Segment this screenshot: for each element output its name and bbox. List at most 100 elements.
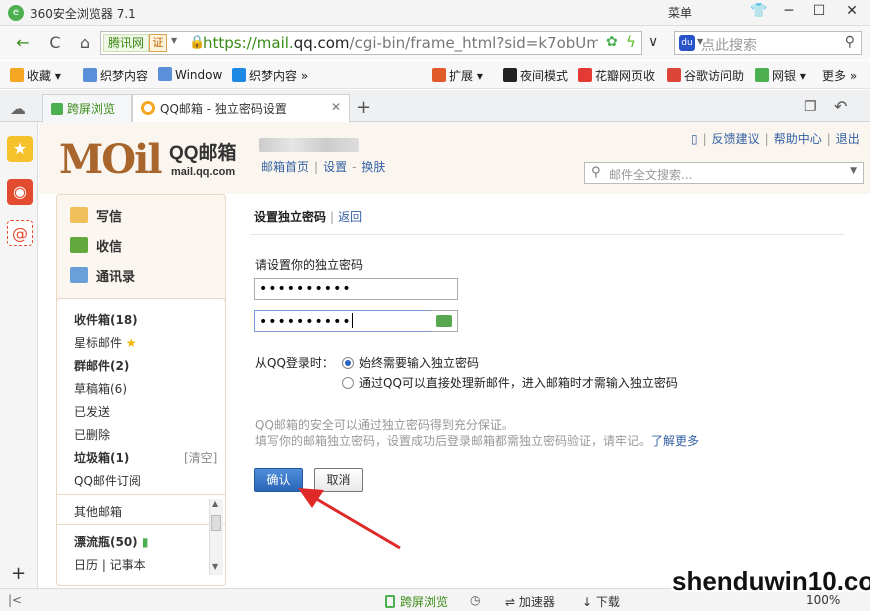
windows-icon (232, 68, 246, 82)
baidu-icon[interactable]: du (679, 35, 695, 51)
receive-icon (70, 237, 88, 253)
favorites-icon[interactable]: ★ (7, 136, 33, 162)
radio-checked-icon[interactable] (342, 357, 354, 369)
reload-icon[interactable]: C (44, 33, 66, 53)
download-icon: ↓ (582, 595, 596, 609)
tab-qqmail[interactable]: QQ邮箱 - 独立密码设置 ✕ (132, 94, 350, 122)
tab-cross-screen[interactable]: 跨屏浏览 (42, 94, 132, 122)
folder-scrollbar[interactable]: ▲ ▼ (209, 499, 223, 575)
maximize-button[interactable]: ☐ (805, 0, 833, 24)
undo-close-icon[interactable]: ↶ (834, 97, 847, 116)
browser-search-box[interactable]: du ▼ 点此搜索 ⚲ (674, 31, 862, 55)
search-placeholder[interactable]: 点此搜索 (701, 35, 757, 55)
mail-home-link[interactable]: 邮箱首页 (261, 160, 309, 174)
extensions-icon (432, 68, 446, 82)
skin-link[interactable]: 换肤 (361, 160, 385, 174)
mail-search-placeholder[interactable]: 邮件全文搜索... (609, 166, 692, 183)
keyboard-button[interactable] (431, 310, 458, 332)
cert-badge[interactable]: 证 (149, 34, 167, 52)
cross-screen-button[interactable]: 跨屏浏览 (385, 593, 448, 610)
download-button[interactable]: ↓ 下载 (582, 593, 620, 610)
bookmark-item[interactable]: 织梦内容 » (232, 67, 308, 84)
new-tab-button[interactable]: + (356, 97, 371, 118)
skin-icon[interactable]: 👕 (745, 0, 773, 24)
password-field[interactable]: •••••••••• (254, 278, 458, 300)
accelerator-button[interactable]: ⇌ 加速器 (505, 593, 555, 610)
qqmail-tab-icon (141, 101, 155, 115)
site-badge[interactable]: 腾讯网 (103, 34, 150, 52)
weibo-icon[interactable]: ◉ (7, 179, 33, 205)
option-qq-direct[interactable]: 通过QQ可以直接处理新邮件，进入邮箱时才需输入独立密码 (342, 374, 678, 391)
more-button[interactable]: 更多 » (822, 67, 857, 84)
folder-group[interactable]: 群邮件(2) (74, 357, 129, 374)
mail-header: MOil QQ邮箱 mail.qq.com 邮箱首页 | 设置 - 换肤 ▯ | 反馈建议 | 帮助… (39, 122, 870, 194)
feedback-link[interactable]: 反馈建议 (712, 132, 760, 146)
folder-sent[interactable]: 已发送 (74, 403, 110, 420)
speed-mode-icon[interactable]: ϟ (626, 33, 636, 51)
tab-list-icon[interactable]: ❐ (804, 99, 817, 115)
google-helper-button[interactable]: 谷歌访问助 (667, 67, 744, 84)
back-link[interactable]: 返回 (338, 210, 362, 224)
mail-search-input[interactable]: ⚲ 邮件全文搜索... ▼ (584, 162, 864, 184)
close-button[interactable]: ✕ (838, 0, 866, 24)
clear-spam-link[interactable]: [清空] (184, 449, 217, 466)
address-bar[interactable]: 腾讯网 证 ▼ 🔒 https://mail.qq.com/cgi-bin/fr… (100, 31, 642, 55)
folder-starred[interactable]: 星标邮件 ★ (74, 334, 137, 351)
chevron-down-icon[interactable]: ▼ (850, 166, 857, 176)
star-icon: ★ (125, 336, 137, 350)
extensions-button[interactable]: 扩展 ▾ (432, 67, 483, 84)
calendar-notes-link[interactable]: 日历 | 记事本 (74, 556, 146, 573)
cloud-icon[interactable]: ☁ (10, 99, 26, 118)
radio-icon[interactable] (342, 377, 354, 389)
folder-other-mail[interactable]: 其他邮箱 (74, 503, 122, 520)
ebank-button[interactable]: 网银 ▾ (755, 67, 806, 84)
mail-icon[interactable]: @ (7, 220, 33, 246)
help-link[interactable]: 帮助中心 (774, 132, 822, 146)
blurred-username (259, 138, 359, 152)
red-arrow-annotation (298, 488, 401, 550)
security-tip: QQ邮箱的安全可以通过独立密码得到充分保证。 (255, 418, 514, 432)
bookmark-favorites[interactable]: 收藏 ▾ (10, 67, 61, 84)
moon-icon (503, 68, 517, 82)
home-icon[interactable]: ⌂ (74, 33, 96, 53)
folder-subscription[interactable]: QQ邮件订阅 (74, 472, 141, 489)
clock-icon[interactable]: ◷ (470, 593, 480, 607)
night-mode-button[interactable]: 夜间模式 (503, 67, 568, 84)
bookmark-item[interactable]: 织梦内容 (83, 67, 148, 84)
browser-logo-icon: e (8, 5, 24, 21)
logout-link[interactable]: 退出 (836, 132, 860, 146)
folder-spam[interactable]: 垃圾箱(1) (74, 449, 129, 466)
menu-button[interactable]: 菜单 (668, 4, 692, 21)
badge-dropdown-icon[interactable]: ▼ (171, 36, 177, 45)
window-title: 360安全浏览器 7.1 (30, 7, 136, 21)
collapse-icon[interactable]: |< (8, 593, 22, 607)
huaban-button[interactable]: 花瓣网页收 (578, 67, 655, 84)
learn-more-link[interactable]: 了解更多 (651, 434, 699, 448)
url-text[interactable]: https://mail.qq.com/cgi-bin/frame_html?s… (203, 34, 598, 52)
folder-drafts[interactable]: 草稿箱(6) (74, 380, 127, 397)
bookmark-item[interactable]: Window (158, 67, 222, 82)
divider (250, 234, 845, 235)
folder-deleted[interactable]: 已删除 (74, 426, 110, 443)
folder-inbox[interactable]: 收件箱(18) (74, 311, 138, 328)
back-icon[interactable]: ← (12, 33, 34, 53)
bookmark-icon (83, 68, 97, 82)
bookmark-icon (158, 67, 172, 81)
option-always-password[interactable]: 始终需要输入独立密码 (342, 354, 479, 371)
tab-close-icon[interactable]: ✕ (331, 100, 341, 114)
qqmail-logo[interactable]: MOil QQ邮箱 mail.qq.com (59, 136, 237, 183)
minimize-button[interactable]: ─ (775, 0, 803, 24)
settings-link[interactable]: 设置 (323, 160, 347, 174)
add-sidebar-icon[interactable]: + (11, 563, 26, 584)
compat-mode-icon[interactable]: ✿ (606, 34, 618, 50)
receive-button[interactable]: 收信 (70, 236, 122, 255)
mobile-icon[interactable]: ▯ (691, 132, 698, 146)
confirm-password-field[interactable]: •••••••••• (254, 310, 458, 332)
watermark-text: shenduwin10.com (672, 566, 870, 596)
address-dropdown-icon[interactable]: ∨ (648, 34, 658, 50)
folder-drift-bottle[interactable]: 漂流瓶(50) ▮ (74, 533, 148, 550)
search-icon[interactable]: ⚲ (845, 34, 855, 50)
write-button[interactable]: 写信 (70, 206, 122, 225)
speed-icon: ⇌ (505, 595, 519, 609)
contacts-button[interactable]: 通讯录 (70, 266, 135, 285)
